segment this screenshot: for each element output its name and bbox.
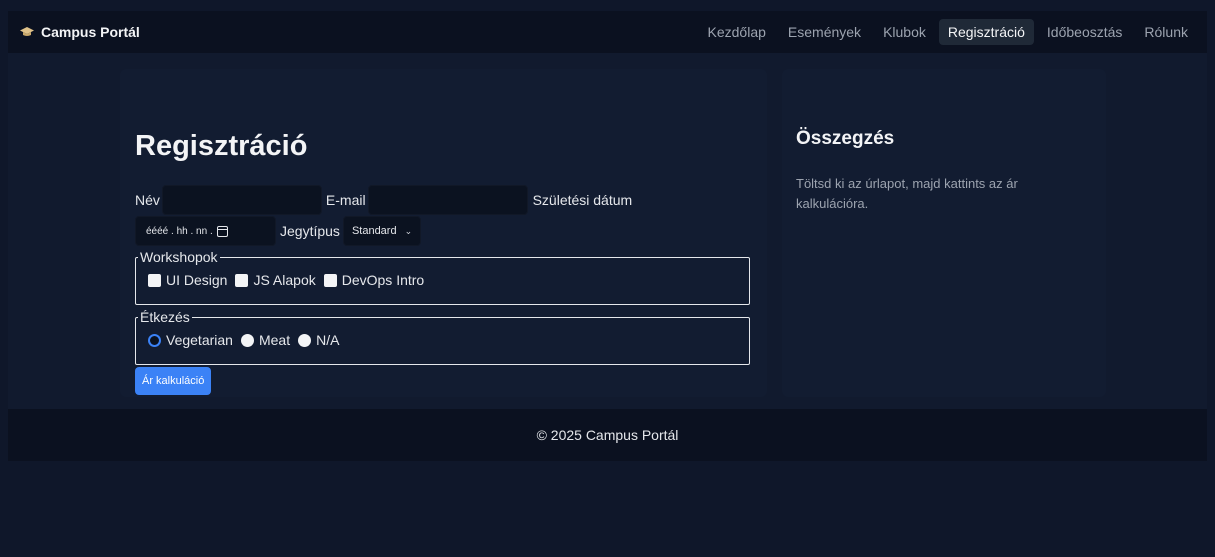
nav-item-about[interactable]: Rólunk: [1135, 19, 1197, 45]
radio-meat[interactable]: [240, 333, 254, 347]
footer: © 2025 Campus Portál: [8, 409, 1207, 461]
checkbox-label: JS Alapok: [253, 272, 316, 288]
checkbox-devops-intro[interactable]: [323, 273, 337, 287]
graduation-cap-icon: [20, 27, 34, 37]
radio-na[interactable]: [298, 333, 312, 347]
form-row-1: Név E-mail Születési dátum: [135, 185, 632, 215]
registration-card: Regisztráció Név E-mail Születési dátum …: [120, 69, 767, 397]
checkbox-label: UI Design: [166, 272, 228, 288]
form-row-2: éééé . hh . nn . Jegytípus Standard ⌄: [135, 216, 422, 246]
birth-date-field[interactable]: éééé . hh . nn .: [135, 216, 276, 246]
top-navbar: Campus Portál Kezdőlap Események Klubok …: [8, 11, 1207, 53]
radio-label: N/A: [316, 332, 340, 348]
nav-item-registration[interactable]: Regisztráció: [938, 19, 1034, 45]
brand-title: Campus Portál: [41, 24, 140, 40]
checkbox-js-alapok[interactable]: [235, 273, 249, 287]
meals-options: Vegetarian Meat N/A: [148, 332, 737, 348]
workshops-fieldset: Workshopok UI Design JS Alapok DevOps In…: [135, 249, 750, 305]
workshops-options: UI Design JS Alapok DevOps Intro: [148, 272, 737, 288]
main-content: Regisztráció Név E-mail Születési dátum …: [8, 53, 1207, 409]
name-label: Név: [135, 192, 160, 208]
workshops-legend: Workshopok: [140, 249, 218, 265]
summary-title: Összegzés: [796, 128, 895, 149]
meals-legend: Étkezés: [140, 309, 190, 325]
chevron-down-icon: ⌄: [404, 225, 413, 236]
price-calculation-button[interactable]: Ár kalkuláció: [135, 367, 212, 395]
ticket-type-label: Jegytípus: [280, 223, 340, 239]
nav-item-home[interactable]: Kezdőlap: [699, 19, 775, 45]
radio-vegetarian[interactable]: [148, 333, 161, 347]
summary-text: Töltsd ki az úrlapot, majd kattints az á…: [796, 176, 1018, 211]
page-title: Regisztráció: [135, 130, 308, 162]
birth-date-label: Születési dátum: [532, 192, 633, 208]
email-label: E-mail: [325, 192, 366, 208]
nav-item-schedule[interactable]: Időbeosztás: [1038, 19, 1132, 45]
nav-item-events[interactable]: Események: [779, 19, 870, 45]
nav-item-clubs[interactable]: Klubok: [874, 19, 935, 45]
birth-date-placeholder: éééé . hh . nn .: [146, 225, 213, 237]
name-field[interactable]: [161, 185, 322, 215]
meals-fieldset: Étkezés Vegetarian Meat N/A: [135, 309, 750, 365]
checkbox-label: DevOps Intro: [341, 272, 425, 288]
ticket-type-value: Standard: [351, 225, 397, 237]
radio-label: Vegetarian: [166, 332, 233, 348]
email-field[interactable]: [367, 185, 528, 215]
checkbox-ui-design[interactable]: [148, 273, 161, 287]
footer-text: © 2025 Campus Portál: [536, 427, 679, 443]
calendar-icon[interactable]: [216, 225, 228, 237]
brand[interactable]: Campus Portál: [20, 24, 140, 40]
summary-card: Összegzés Töltsd ki az úrlapot, majd kat…: [782, 69, 1106, 397]
ticket-type-select[interactable]: Standard ⌄: [342, 216, 422, 246]
main-nav: Kezdőlap Események Klubok Regisztráció I…: [699, 19, 1197, 45]
radio-label: Meat: [258, 332, 291, 348]
